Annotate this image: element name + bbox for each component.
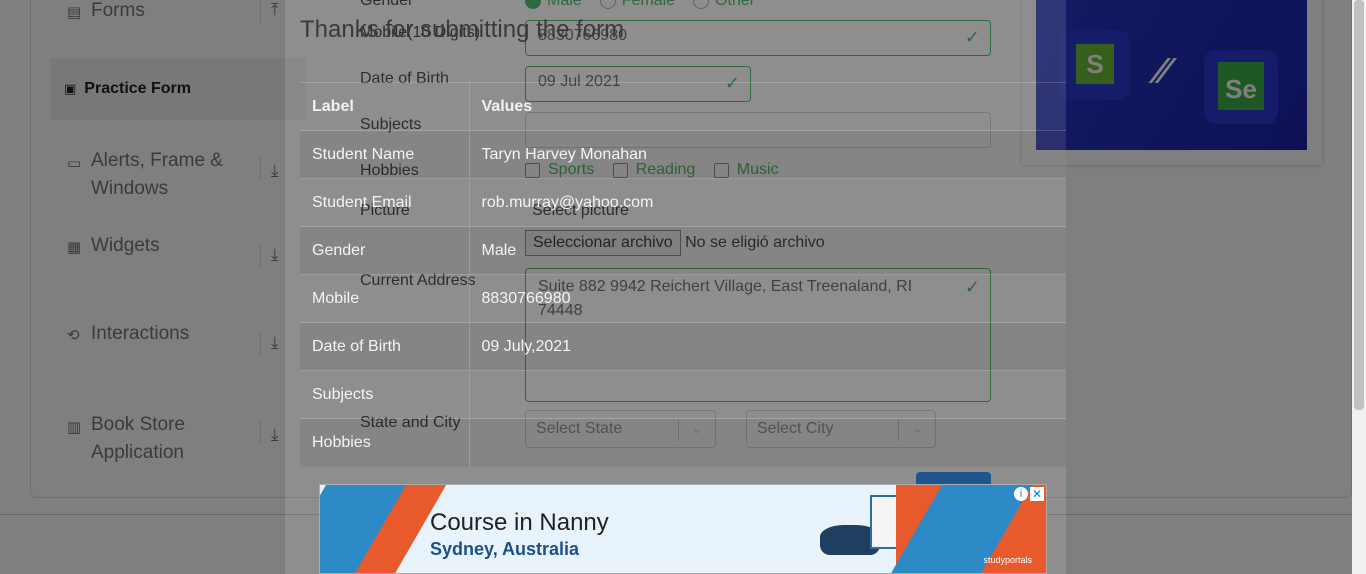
table-row: Student Email rob.murray@yahoo.com: [300, 178, 1066, 227]
row-label: Student Email: [300, 178, 470, 227]
row-value: 09 July,2021: [469, 322, 1066, 371]
results-table: Label Values Student Name Taryn Harvey Mo…: [300, 82, 1066, 467]
ad-info-icon[interactable]: i: [1014, 487, 1028, 501]
ad-close-icon[interactable]: ✕: [1030, 487, 1044, 501]
row-value: Male: [469, 226, 1066, 275]
ad-brand: studyportals: [983, 555, 1032, 565]
table-row: Mobile 8830766980: [300, 274, 1066, 323]
table-row: Gender Male: [300, 226, 1066, 275]
modal-title: Thanks for submitting the form: [300, 16, 625, 43]
row-label: Mobile: [300, 274, 470, 323]
table-header-row: Label Values: [300, 82, 1066, 131]
header-label: Label: [300, 82, 470, 131]
ad-subtitle: Sydney, Australia: [430, 539, 580, 559]
row-label: Date of Birth: [300, 322, 470, 371]
row-value: rob.murray@yahoo.com: [469, 178, 1066, 227]
row-value: 8830766980: [469, 274, 1066, 323]
row-value: Taryn Harvey Monahan: [469, 130, 1066, 179]
ad-banner[interactable]: Course in Nanny Sydney, Australia studyp…: [319, 484, 1047, 574]
row-value: [469, 370, 1066, 419]
table-row: Subjects: [300, 370, 1066, 419]
table-row: Date of Birth 09 July,2021: [300, 322, 1066, 371]
table-row: Hobbies: [300, 418, 1066, 467]
row-label: Subjects: [300, 370, 470, 419]
ad-title: Course in Nanny: [430, 509, 609, 536]
row-label: Gender: [300, 226, 470, 275]
page-scrollbar[interactable]: [1352, 0, 1366, 574]
row-label: Student Name: [300, 130, 470, 179]
row-value: [469, 418, 1066, 467]
scrollbar-thumb[interactable]: [1354, 0, 1364, 410]
row-label: Hobbies: [300, 418, 470, 467]
header-values: Values: [469, 82, 1066, 131]
table-row: Student Name Taryn Harvey Monahan: [300, 130, 1066, 179]
